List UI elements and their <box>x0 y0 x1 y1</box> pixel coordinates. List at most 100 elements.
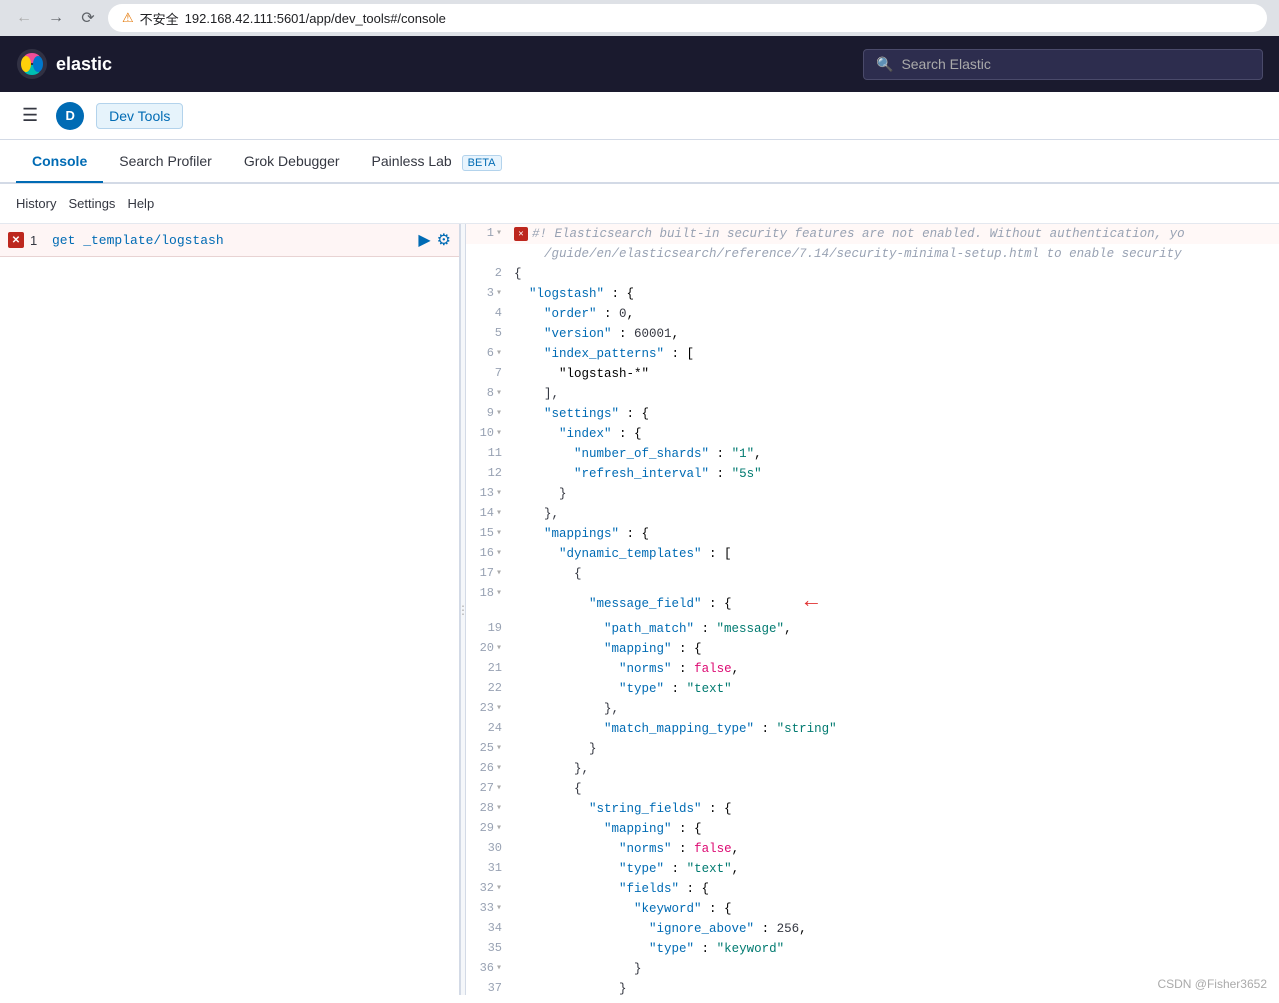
help-button[interactable]: Help <box>127 192 154 215</box>
line-content: "type" : "text" <box>514 679 1271 699</box>
tab-grok-debugger[interactable]: Grok Debugger <box>228 141 356 181</box>
tab-painless-lab[interactable]: Painless Lab BETA <box>356 141 518 181</box>
output-line: 24 "match_mapping_type" : "string" <box>466 719 1279 739</box>
fold-icon[interactable]: ▾ <box>496 386 502 402</box>
output-line: 35 "type" : "keyword" <box>466 939 1279 959</box>
output-line: 12 "refresh_interval" : "5s" <box>466 464 1279 484</box>
line-content: "match_mapping_type" : "string" <box>514 719 1271 739</box>
fold-icon[interactable]: ▾ <box>496 426 502 442</box>
fold-icon[interactable]: ▾ <box>496 741 502 757</box>
output-line: 25▾ } <box>466 739 1279 759</box>
output-line: 29▾ "mapping" : { <box>466 819 1279 839</box>
forward-button[interactable]: → <box>44 6 68 30</box>
fold-icon[interactable]: ▾ <box>496 801 502 817</box>
hamburger-button[interactable]: ☰ <box>16 99 44 132</box>
fold-icon[interactable]: ▾ <box>496 586 502 602</box>
fold-icon[interactable]: ▾ <box>496 881 502 897</box>
output-line: 18▾ "message_field" : { ← <box>466 584 1279 619</box>
line-gutter: 15▾ <box>474 524 514 543</box>
output-line: 1▾✕#! Elasticsearch built-in security fe… <box>466 224 1279 244</box>
line-gutter: 6▾ <box>474 344 514 363</box>
search-bar[interactable]: 🔍 Search Elastic <box>863 49 1263 80</box>
line-content: { <box>514 264 1271 284</box>
fold-icon[interactable]: ▾ <box>496 506 502 522</box>
line-content: "logstash-*" <box>514 364 1271 384</box>
line-content: "string_fields" : { <box>514 799 1271 819</box>
run-button[interactable]: ▶ <box>418 230 430 250</box>
fold-icon[interactable]: ▾ <box>496 701 502 717</box>
line-content: } <box>514 739 1271 759</box>
line-content: ✕#! Elasticsearch built-in security feat… <box>514 224 1271 244</box>
query-action-buttons: ▶ ⚙ <box>418 230 451 250</box>
line-gutter: 24 <box>474 719 514 738</box>
line-content: "norms" : false, <box>514 839 1271 859</box>
fold-icon[interactable]: ▾ <box>496 286 502 302</box>
search-icon: 🔍 <box>876 56 893 73</box>
beta-badge: BETA <box>462 155 502 171</box>
fold-icon[interactable]: ▾ <box>496 406 502 422</box>
toolbar: History Settings Help <box>0 184 1279 224</box>
output-line: 20▾ "mapping" : { <box>466 639 1279 659</box>
line-gutter: 7 <box>474 364 514 383</box>
reload-button[interactable]: ⟳ <box>76 6 100 30</box>
line-content: "type" : "keyword" <box>514 939 1271 959</box>
dev-tools-button[interactable]: Dev Tools <box>96 103 183 129</box>
right-panel: 1▾✕#! Elasticsearch built-in security fe… <box>466 224 1279 995</box>
line-content: "path_match" : "message", <box>514 619 1271 639</box>
query-settings-button[interactable]: ⚙ <box>437 230 451 250</box>
query-error-icon: ✕ <box>8 232 24 248</box>
line-content: { <box>514 564 1271 584</box>
line-gutter: 31 <box>474 859 514 878</box>
line-content: "index_patterns" : [ <box>514 344 1271 364</box>
tab-search-profiler[interactable]: Search Profiler <box>103 141 228 181</box>
line-content: }, <box>514 699 1271 719</box>
line-content: { <box>514 779 1271 799</box>
fold-icon[interactable]: ▾ <box>496 226 502 242</box>
output-line: /guide/en/elasticsearch/reference/7.14/s… <box>466 244 1279 264</box>
output-line: 13▾ } <box>466 484 1279 504</box>
fold-icon[interactable]: ▾ <box>496 781 502 797</box>
line-gutter: 4 <box>474 304 514 323</box>
output-line: 21 "norms" : false, <box>466 659 1279 679</box>
output-line: 19 "path_match" : "message", <box>466 619 1279 639</box>
output-area: 1▾✕#! Elasticsearch built-in security fe… <box>466 224 1279 995</box>
line-gutter: 10▾ <box>474 424 514 443</box>
line-content: "refresh_interval" : "5s" <box>514 464 1271 484</box>
line-content: "number_of_shards" : "1", <box>514 444 1271 464</box>
line-gutter: 37 <box>474 979 514 995</box>
fold-icon[interactable]: ▾ <box>496 566 502 582</box>
elastic-logo: elastic <box>16 48 112 80</box>
line-content: /guide/en/elasticsearch/reference/7.14/s… <box>514 244 1271 264</box>
line-gutter: 19 <box>474 619 514 638</box>
line-content: "mapping" : { <box>514 639 1271 659</box>
line-gutter: 34 <box>474 919 514 938</box>
fold-icon[interactable]: ▾ <box>496 486 502 502</box>
line-gutter: 9▾ <box>474 404 514 423</box>
line-content: "fields" : { <box>514 879 1271 899</box>
fold-icon[interactable]: ▾ <box>496 961 502 977</box>
line-content: } <box>514 484 1271 504</box>
editor-container: ✕ 1 get _template/logstash ▶ ⚙ ⋮ 1▾✕#! E… <box>0 224 1279 995</box>
fold-icon[interactable]: ▾ <box>496 901 502 917</box>
address-bar[interactable]: ⚠ 不安全 192.168.42.111:5601/app/dev_tools#… <box>108 4 1267 32</box>
fold-icon[interactable]: ▾ <box>496 346 502 362</box>
query-row: ✕ 1 get _template/logstash ▶ ⚙ <box>0 224 459 257</box>
fold-icon[interactable]: ▾ <box>496 546 502 562</box>
fold-icon[interactable]: ▾ <box>496 526 502 542</box>
fold-icon[interactable]: ▾ <box>496 641 502 657</box>
line-gutter: 29▾ <box>474 819 514 838</box>
line-gutter: 5 <box>474 324 514 343</box>
line-gutter: 14▾ <box>474 504 514 523</box>
tab-console[interactable]: Console <box>16 141 103 181</box>
output-line: 27▾ { <box>466 779 1279 799</box>
output-line: 4 "order" : 0, <box>466 304 1279 324</box>
line-content: "ignore_above" : 256, <box>514 919 1271 939</box>
fold-icon[interactable]: ▾ <box>496 761 502 777</box>
logo-text: elastic <box>56 54 112 75</box>
line-gutter: 2 <box>474 264 514 283</box>
history-button[interactable]: History <box>16 192 56 215</box>
fold-icon[interactable]: ▾ <box>496 821 502 837</box>
back-button[interactable]: ← <box>12 6 36 30</box>
settings-button[interactable]: Settings <box>68 192 115 215</box>
line-gutter: 17▾ <box>474 564 514 583</box>
